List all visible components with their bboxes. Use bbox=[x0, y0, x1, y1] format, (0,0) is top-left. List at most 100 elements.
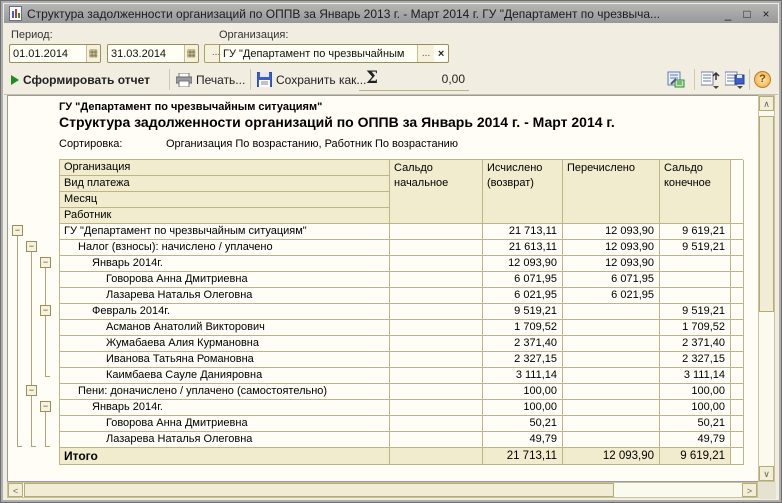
value-cell[interactable] bbox=[563, 368, 660, 384]
collapse-button[interactable]: − bbox=[12, 225, 23, 236]
value-cell[interactable] bbox=[390, 400, 483, 416]
generate-report-button[interactable]: Сформировать отчет bbox=[11, 65, 150, 94]
total-label-cell[interactable]: Итого bbox=[60, 448, 390, 465]
value-cell[interactable]: 2 327,15 bbox=[483, 352, 563, 368]
date-to-field[interactable]: ▦ bbox=[107, 44, 199, 63]
value-cell[interactable] bbox=[390, 288, 483, 304]
value-cell[interactable] bbox=[660, 288, 731, 304]
row-label-cell[interactable]: Пени: доначислено / уплачено (самостояте… bbox=[60, 384, 390, 400]
value-cell[interactable]: 2 371,40 bbox=[660, 336, 731, 352]
value-cell[interactable]: 12 093,90 bbox=[563, 224, 660, 240]
value-cell[interactable] bbox=[563, 320, 660, 336]
row-label-cell[interactable]: Асманов Анатолий Викторович bbox=[60, 320, 390, 336]
value-cell[interactable] bbox=[660, 272, 731, 288]
value-cell[interactable] bbox=[563, 304, 660, 320]
value-cell[interactable] bbox=[390, 240, 483, 256]
save-as-button[interactable]: Сохранить как... bbox=[257, 65, 366, 94]
value-cell[interactable]: 49,79 bbox=[660, 432, 731, 448]
row-label-cell[interactable]: Налог (взносы): начислено / уплачено bbox=[60, 240, 390, 256]
value-cell[interactable] bbox=[390, 352, 483, 368]
value-cell[interactable]: 12 093,90 bbox=[563, 256, 660, 272]
vertical-scroll-thumb[interactable] bbox=[759, 116, 774, 312]
collapse-button[interactable]: − bbox=[40, 257, 51, 268]
value-cell[interactable]: 9 519,21 bbox=[483, 304, 563, 320]
value-cell[interactable]: 100,00 bbox=[483, 384, 563, 400]
value-cell[interactable] bbox=[390, 304, 483, 320]
value-cell[interactable] bbox=[563, 432, 660, 448]
close-button[interactable]: × bbox=[759, 7, 773, 21]
horizontal-scrollbar[interactable]: < > bbox=[7, 482, 758, 498]
value-cell[interactable]: 21 613,11 bbox=[483, 240, 563, 256]
row-label-cell[interactable]: Жумабаева Алия Курмановна bbox=[60, 336, 390, 352]
total-value-cell[interactable]: 9 619,21 bbox=[660, 448, 731, 465]
value-cell[interactable]: 3 111,14 bbox=[660, 368, 731, 384]
value-cell[interactable] bbox=[563, 400, 660, 416]
value-cell[interactable] bbox=[390, 416, 483, 432]
value-cell[interactable]: 12 093,90 bbox=[483, 256, 563, 272]
row-label-cell[interactable]: Январь 2014г. bbox=[60, 256, 390, 272]
collapse-button[interactable]: − bbox=[40, 401, 51, 412]
calendar-icon[interactable]: ▦ bbox=[86, 45, 100, 62]
value-cell[interactable] bbox=[390, 432, 483, 448]
value-cell[interactable] bbox=[563, 352, 660, 368]
value-cell[interactable] bbox=[390, 256, 483, 272]
total-value-cell[interactable]: 12 093,90 bbox=[563, 448, 660, 465]
value-cell[interactable]: 100,00 bbox=[660, 384, 731, 400]
report-settings-button[interactable] bbox=[667, 65, 686, 94]
restore-settings-button[interactable] bbox=[701, 65, 721, 94]
horizontal-scroll-thumb[interactable] bbox=[24, 483, 614, 497]
print-button[interactable]: Печать... bbox=[176, 65, 245, 94]
value-cell[interactable]: 1 709,52 bbox=[483, 320, 563, 336]
calendar-icon[interactable]: ▦ bbox=[184, 45, 198, 62]
sigma-icon[interactable]: Σ bbox=[366, 68, 378, 88]
value-cell[interactable]: 50,21 bbox=[483, 416, 563, 432]
value-cell[interactable] bbox=[390, 224, 483, 240]
value-cell[interactable]: 6 071,95 bbox=[563, 272, 660, 288]
value-cell[interactable] bbox=[390, 336, 483, 352]
organization-clear-icon[interactable]: × bbox=[434, 45, 448, 62]
value-cell[interactable]: 2 327,15 bbox=[660, 352, 731, 368]
row-label-cell[interactable]: Лазарева Наталья Олеговна bbox=[60, 288, 390, 304]
value-cell[interactable] bbox=[563, 416, 660, 432]
value-cell[interactable] bbox=[660, 256, 731, 272]
row-label-cell[interactable]: Говорова Анна Дмитриевна bbox=[60, 416, 390, 432]
value-cell[interactable]: 9 619,21 bbox=[660, 224, 731, 240]
maximize-button[interactable]: □ bbox=[740, 7, 754, 21]
value-cell[interactable]: 6 021,95 bbox=[563, 288, 660, 304]
row-label-cell[interactable]: ГУ "Департамент по чрезвычайным ситуация… bbox=[60, 224, 390, 240]
row-label-cell[interactable]: Январь 2014г. bbox=[60, 400, 390, 416]
row-label-cell[interactable]: Каимбаева Сауле Данияровна bbox=[60, 368, 390, 384]
row-label-cell[interactable]: Иванова Татьяна Романовна bbox=[60, 352, 390, 368]
value-cell[interactable] bbox=[563, 384, 660, 400]
value-cell[interactable]: 9 519,21 bbox=[660, 304, 731, 320]
value-cell[interactable]: 100,00 bbox=[483, 400, 563, 416]
value-cell[interactable]: 6 021,95 bbox=[483, 288, 563, 304]
collapse-button[interactable]: − bbox=[40, 305, 51, 316]
value-cell[interactable] bbox=[390, 368, 483, 384]
value-cell[interactable]: 21 713,11 bbox=[483, 224, 563, 240]
value-cell[interactable] bbox=[563, 336, 660, 352]
organization-field[interactable]: ... × bbox=[219, 44, 449, 63]
value-cell[interactable]: 2 371,40 bbox=[483, 336, 563, 352]
column-header[interactable]: Перечислено bbox=[563, 160, 660, 224]
value-cell[interactable]: 49,79 bbox=[483, 432, 563, 448]
total-value-cell[interactable] bbox=[390, 448, 483, 465]
value-cell[interactable]: 1 709,52 bbox=[660, 320, 731, 336]
collapse-button[interactable]: − bbox=[26, 385, 37, 396]
value-cell[interactable] bbox=[390, 320, 483, 336]
vertical-scrollbar[interactable]: ∧ ∨ bbox=[758, 95, 775, 482]
value-cell[interactable]: 100,00 bbox=[660, 400, 731, 416]
value-cell[interactable]: 50,21 bbox=[660, 416, 731, 432]
row-label-cell[interactable]: Лазарева Наталья Олеговна bbox=[60, 432, 390, 448]
scroll-right-icon[interactable]: > bbox=[742, 483, 757, 497]
collapse-button[interactable]: − bbox=[26, 241, 37, 252]
value-cell[interactable]: 9 519,21 bbox=[660, 240, 731, 256]
total-value-cell[interactable]: 21 713,11 bbox=[483, 448, 563, 465]
date-from-input[interactable] bbox=[10, 48, 86, 60]
row-label-cell[interactable]: Февраль 2014г. bbox=[60, 304, 390, 320]
help-button[interactable]: ? bbox=[754, 65, 771, 94]
column-header[interactable]: Сальдо начальное bbox=[390, 160, 483, 224]
organization-select-button[interactable]: ... bbox=[417, 45, 434, 62]
row-label-cell[interactable]: Говорова Анна Дмитриевна bbox=[60, 272, 390, 288]
organization-input[interactable] bbox=[220, 48, 417, 60]
